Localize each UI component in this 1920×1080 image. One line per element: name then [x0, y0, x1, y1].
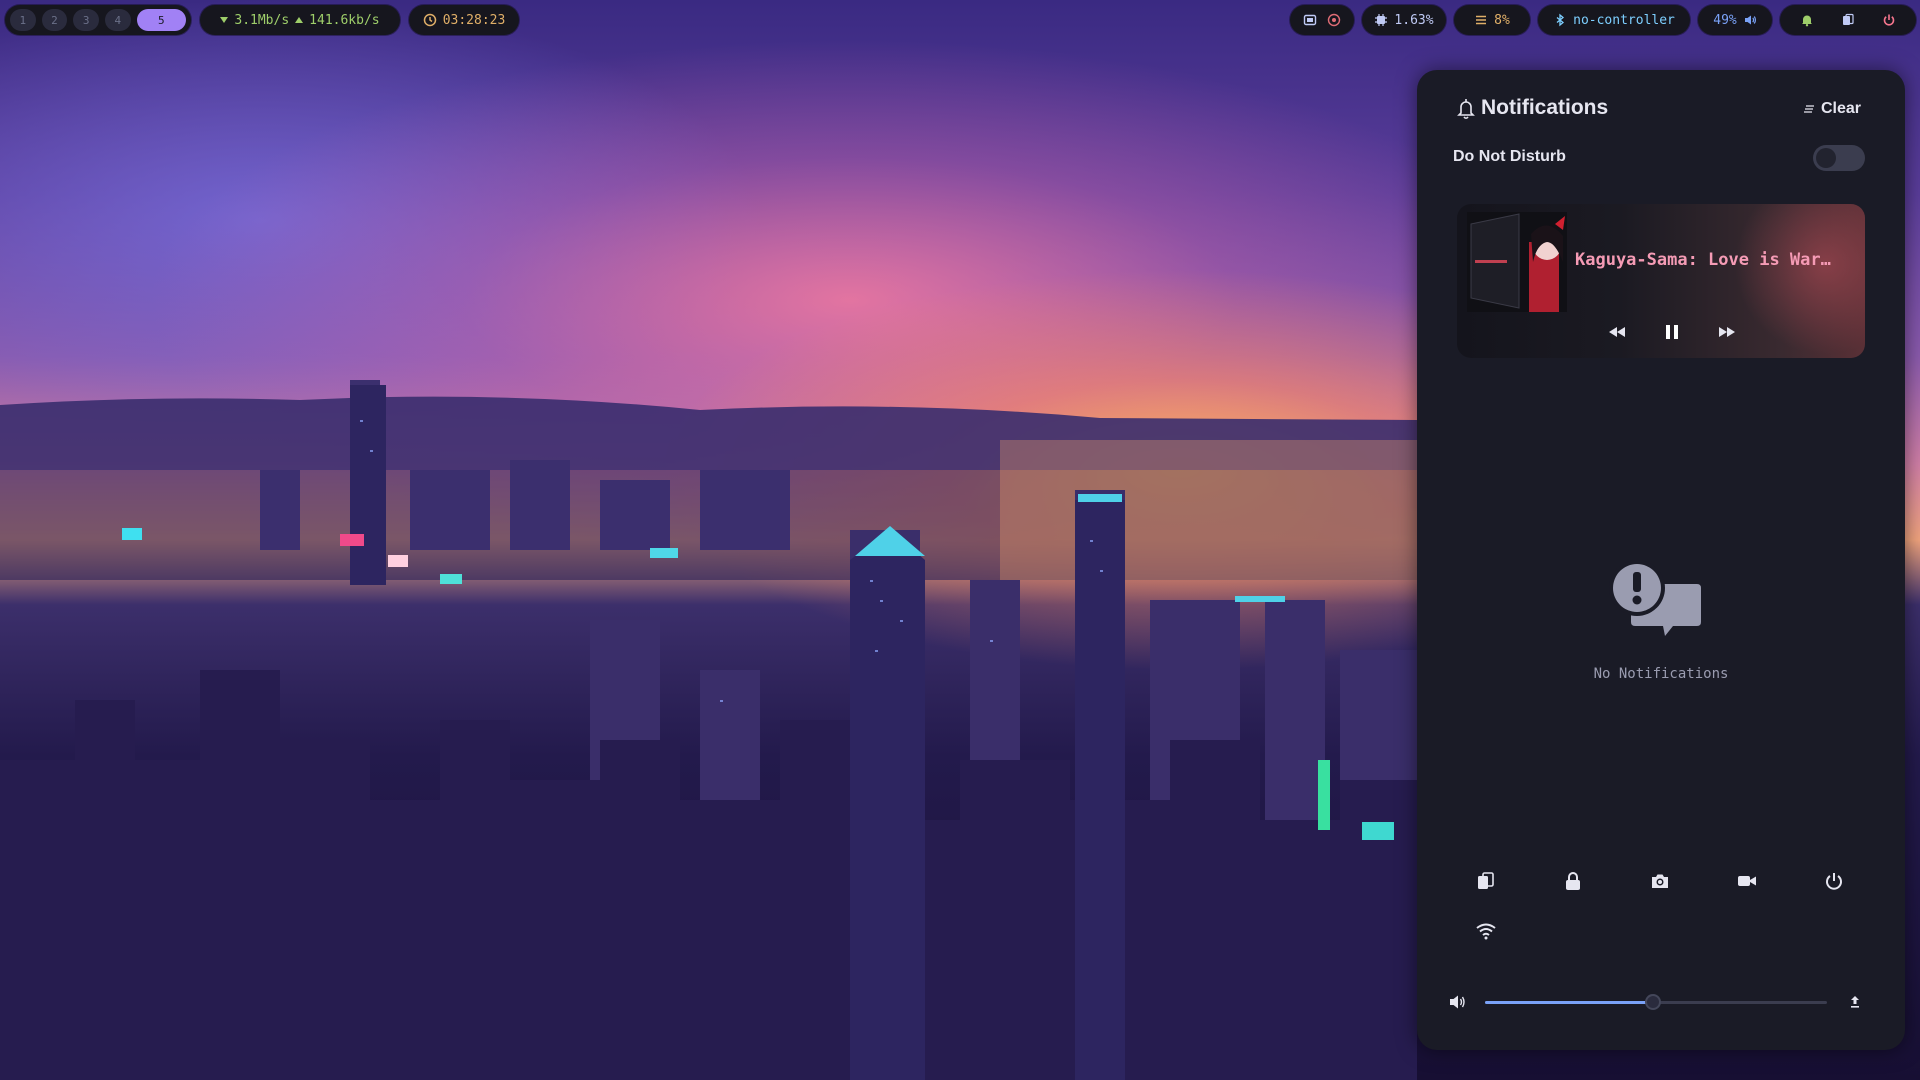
quick-actions-row	[1475, 870, 1845, 892]
city-skyline-wallpaper	[0, 380, 1417, 1080]
volume-slider-handle[interactable]	[1644, 994, 1661, 1010]
pause-icon[interactable]	[1663, 323, 1681, 341]
cpu-icon	[1375, 14, 1388, 26]
screenshot-icon	[1652, 874, 1668, 888]
speaker-icon[interactable]	[1449, 994, 1467, 1010]
notification-center: Notifications Clear Do Not Disturb Kaguy…	[1417, 70, 1905, 1050]
network-speed-widget[interactable]: 3.1Mb/s 141.6kb/s	[200, 5, 400, 35]
clear-notifications-button[interactable]: Clear	[1803, 100, 1861, 118]
media-background-art	[1715, 204, 1865, 358]
cpu-usage-widget[interactable]: 1.63%	[1362, 5, 1446, 35]
toggle-knob	[1816, 148, 1836, 168]
wifi-icon	[1476, 923, 1496, 940]
power-button[interactable]	[1823, 870, 1845, 892]
do-not-disturb-toggle[interactable]	[1813, 145, 1865, 171]
system-tray	[1290, 5, 1354, 35]
notification-bell-icon[interactable]	[1800, 13, 1814, 27]
media-track-title: Kaguya-Sama: Love is War…	[1575, 250, 1831, 270]
power-icon[interactable]	[1882, 13, 1896, 27]
workspace-button-5-active[interactable]: 5	[136, 9, 186, 31]
screen-record-button[interactable]	[1736, 870, 1758, 892]
media-controls	[1607, 320, 1737, 344]
workspace-button-1[interactable]: 1	[10, 9, 36, 31]
workspace-button-2[interactable]: 2	[41, 9, 68, 31]
memory-usage-value: 8%	[1494, 12, 1510, 28]
album-art-thumbnail	[1467, 212, 1567, 312]
volume-percent: 49%	[1713, 12, 1737, 28]
bluetooth-status: no-controller	[1573, 12, 1675, 28]
audio-output-icon[interactable]	[1849, 995, 1861, 1009]
bluetooth-widget[interactable]: no-controller	[1538, 5, 1690, 35]
bell-outline-icon	[1457, 99, 1475, 120]
upload-arrow-icon	[295, 17, 304, 23]
clock-widget[interactable]: 03:28:23	[409, 5, 519, 35]
screenshot-button[interactable]	[1649, 870, 1671, 892]
clipboard-icon[interactable]	[1841, 13, 1855, 27]
media-player-card: Kaguya-Sama: Love is War…	[1457, 204, 1865, 358]
no-notifications-icon	[1609, 560, 1701, 636]
power-icon	[1826, 873, 1842, 890]
upload-speed: 141.6kb/s	[309, 12, 380, 28]
workspace-switcher: 1 2 3 4 5	[5, 5, 191, 35]
workspace-button-3[interactable]: 3	[73, 9, 99, 31]
bluetooth-icon	[1556, 13, 1565, 27]
tray-browser-icon[interactable]	[1327, 13, 1341, 27]
download-speed: 3.1Mb/s	[234, 12, 290, 28]
record-icon	[1738, 876, 1756, 886]
clear-all-icon	[1803, 105, 1814, 113]
clock-time: 03:28:23	[442, 12, 506, 28]
quick-actions-row-2	[1475, 920, 1497, 942]
lock-icon	[1566, 872, 1580, 890]
clipboard-button[interactable]	[1475, 870, 1497, 892]
previous-track-icon[interactable]	[1607, 325, 1627, 339]
volume-slider-track[interactable]	[1485, 994, 1827, 1010]
clear-label: Clear	[1820, 100, 1861, 117]
clipboard-icon	[1478, 872, 1494, 889]
cpu-usage-value: 1.63%	[1394, 12, 1434, 28]
volume-slider-fill	[1485, 1001, 1653, 1004]
lock-button[interactable]	[1562, 870, 1584, 892]
memory-usage-widget[interactable]: 8%	[1454, 5, 1530, 35]
do-not-disturb-label: Do Not Disturb	[1453, 148, 1566, 165]
notifications-title: Notifications	[1481, 96, 1609, 119]
session-controls	[1780, 5, 1916, 35]
memory-icon	[1476, 15, 1487, 25]
tray-app-icon[interactable]	[1303, 13, 1317, 27]
volume-slider-row	[1449, 987, 1873, 1017]
clock-icon	[423, 13, 436, 27]
next-track-icon[interactable]	[1717, 325, 1737, 339]
speaker-icon	[1744, 15, 1756, 25]
workspace-button-4[interactable]: 4	[104, 9, 131, 31]
empty-state-text: No Notifications	[1593, 666, 1729, 682]
audio-widget[interactable]: 49%	[1698, 5, 1772, 35]
wifi-button[interactable]	[1475, 920, 1497, 942]
download-arrow-icon	[220, 17, 229, 23]
